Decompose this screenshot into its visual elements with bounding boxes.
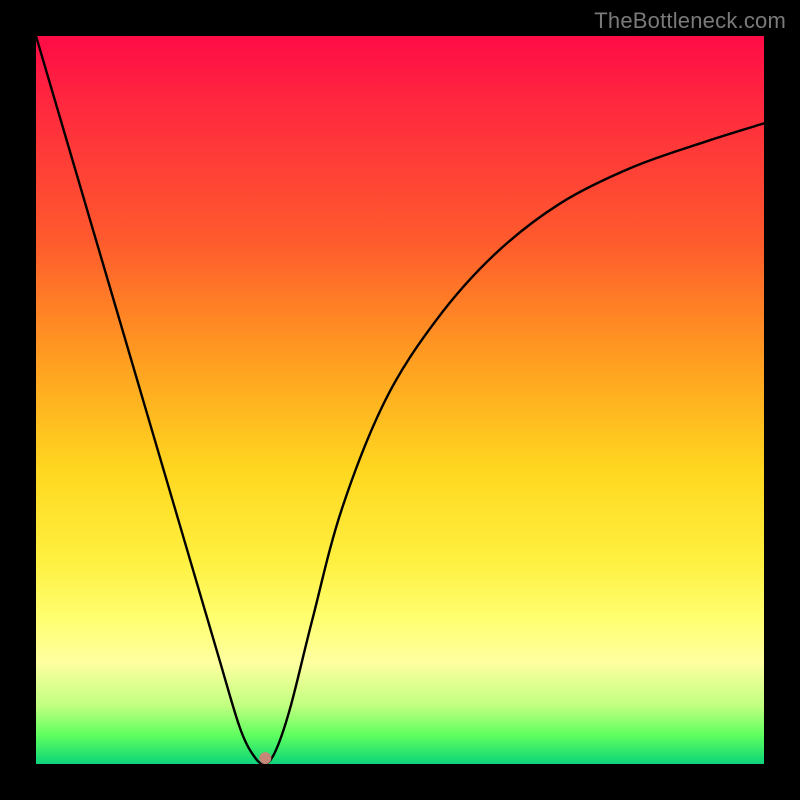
plot-area xyxy=(36,36,764,764)
chart-frame: TheBottleneck.com xyxy=(0,0,800,800)
minimum-marker xyxy=(259,752,271,764)
curve-layer xyxy=(36,36,764,764)
bottleneck-curve xyxy=(36,36,764,764)
attribution-text: TheBottleneck.com xyxy=(594,8,786,34)
